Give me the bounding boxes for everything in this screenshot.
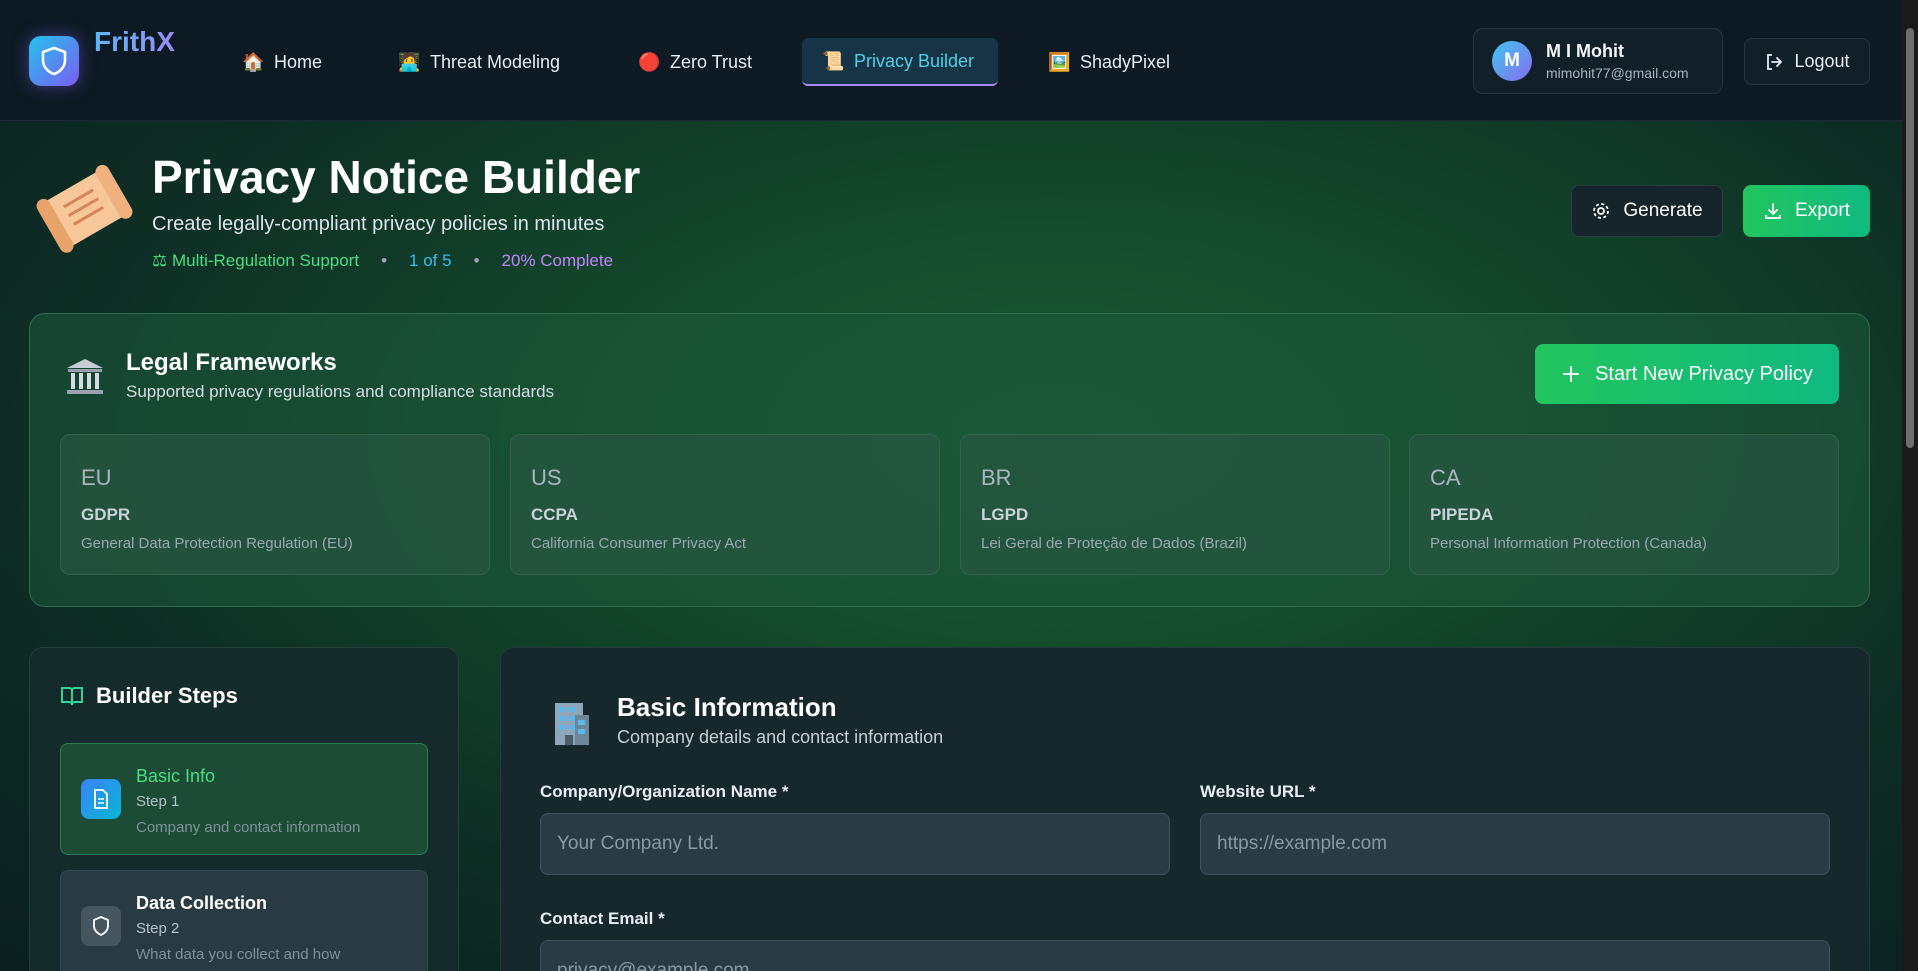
plus-icon <box>1563 366 1580 382</box>
framework-desc: General Data Protection Regulation (EU) <box>81 535 353 552</box>
website-url-label: Website URL * <box>1200 782 1316 801</box>
document-icon <box>81 779 121 819</box>
regulation-badge: ⚖ Multi-Regulation Support <box>152 251 360 270</box>
framework-code: BR <box>981 465 1012 490</box>
website-url-input[interactable] <box>1200 813 1830 875</box>
red-circle-icon: 🔴 <box>638 51 661 72</box>
start-new-policy-button[interactable]: Start New Privacy Policy <box>1535 344 1839 404</box>
nav-zero-trust-label: Zero Trust <box>670 51 753 72</box>
page-subtitle: Create legally-compliant privacy policie… <box>152 213 605 235</box>
step-data-collection[interactable]: Data Collection Step 2 What data you col… <box>60 870 428 971</box>
user-name: M I Mohit <box>1546 41 1624 61</box>
generate-label: Generate <box>1623 200 1703 221</box>
framework-code: US <box>531 465 562 490</box>
logout-label: Logout <box>1794 51 1850 71</box>
framework-desc: Lei Geral de Proteção de Dados (Brazil) <box>981 535 1247 552</box>
top-navbar: FrithX 🏠 Home 🧑‍💻 Threat Modeling 🔴 Zero… <box>0 0 1902 121</box>
user-email: mimohit77@gmail.com <box>1546 65 1689 81</box>
generate-button[interactable]: Generate <box>1571 185 1723 237</box>
step-name: Basic Info <box>136 766 216 786</box>
user-profile-card[interactable]: M M I Mohit mimohit77@gmail.com <box>1473 28 1723 94</box>
page-meta: ⚖ Multi-Regulation Support • 1 of 5 • 20… <box>152 251 613 271</box>
step-name: Data Collection <box>136 893 268 913</box>
nav-privacy-builder-label: Privacy Builder <box>854 50 975 71</box>
gear-icon <box>1593 203 1610 219</box>
framework-code: CA <box>1430 465 1461 490</box>
form-subtitle: Company details and contact information <box>617 727 944 747</box>
builder-steps-title: Builder Steps <box>96 683 238 708</box>
download-icon <box>1765 203 1781 219</box>
frameworks-subtitle: Supported privacy regulations and compli… <box>126 382 555 401</box>
framework-card-ccpa[interactable]: US CCPA California Consumer Privacy Act <box>510 434 940 575</box>
progress-step: 1 of 5 <box>409 251 452 270</box>
nav-threat-modeling[interactable]: 🧑‍💻 Threat Modeling <box>378 38 580 86</box>
export-label: Export <box>1795 200 1850 221</box>
framework-card-pipeda[interactable]: CA PIPEDA Personal Information Protectio… <box>1409 434 1839 575</box>
framework-card-gdpr[interactable]: EU GDPR General Data Protection Regulati… <box>60 434 490 575</box>
step-number: Step 1 <box>136 793 180 810</box>
shield-logo-icon[interactable] <box>29 36 79 86</box>
frameworks-title: Legal Frameworks <box>126 349 337 376</box>
framework-name: LGPD <box>981 505 1029 524</box>
framework-name: GDPR <box>81 505 131 524</box>
nav-shadypixel-label: ShadyPixel <box>1080 51 1171 72</box>
form-title: Basic Information <box>617 692 837 722</box>
framework-desc: Personal Information Protection (Canada) <box>1430 535 1707 552</box>
contact-email-label: Contact Email * <box>540 909 665 928</box>
nav-home[interactable]: 🏠 Home <box>222 38 342 86</box>
company-name-input[interactable] <box>540 813 1170 875</box>
house-icon: 🏠 <box>242 51 265 72</box>
contact-email-input[interactable] <box>540 940 1830 971</box>
nav-shadypixel[interactable]: 🖼️ ShadyPixel <box>1028 38 1190 86</box>
framework-name: PIPEDA <box>1430 505 1494 524</box>
meta-separator: • <box>381 251 388 270</box>
company-name-label: Company/Organization Name * <box>540 782 789 801</box>
step-number: Step 2 <box>136 920 180 937</box>
shield-icon <box>81 906 121 946</box>
open-book-icon <box>61 687 83 706</box>
scroll-icon: 📜 <box>822 50 845 71</box>
meta-separator: • <box>473 251 480 270</box>
framework-card-lgpd[interactable]: BR LGPD Lei Geral de Proteção de Dados (… <box>960 434 1390 575</box>
nav-threat-modeling-label: Threat Modeling <box>430 51 561 72</box>
builder-steps-heading: Builder Steps <box>60 683 238 709</box>
step-desc: What data you collect and how <box>136 946 341 963</box>
step-desc: Company and contact information <box>136 819 361 836</box>
logout-button[interactable]: Logout <box>1744 38 1870 85</box>
logout-icon <box>1767 53 1783 70</box>
progress-percent: 20% Complete <box>501 251 614 270</box>
page-scrollbar[interactable] <box>1902 0 1918 971</box>
nav-zero-trust[interactable]: 🔴 Zero Trust <box>618 38 772 86</box>
classical-building-icon <box>67 359 103 394</box>
regulation-label: Multi-Regulation Support <box>171 251 360 270</box>
picture-icon: 🖼️ <box>1048 51 1071 72</box>
technologist-icon: 🧑‍💻 <box>398 51 421 72</box>
framework-desc: California Consumer Privacy Act <box>531 535 747 552</box>
export-button[interactable]: Export <box>1743 185 1870 237</box>
app-name[interactable]: FrithX <box>94 26 175 58</box>
nav-privacy-builder[interactable]: 📜 Privacy Builder <box>802 38 998 86</box>
parchment-scroll-icon <box>36 164 133 253</box>
scrollbar-thumb[interactable] <box>1906 28 1914 448</box>
framework-name: CCPA <box>531 505 578 524</box>
nav-home-label: Home <box>274 51 323 72</box>
start-new-policy-label: Start New Privacy Policy <box>1595 362 1813 385</box>
framework-code: EU <box>81 465 112 490</box>
office-building-icon <box>555 703 589 745</box>
avatar: M <box>1492 41 1532 81</box>
page-title: Privacy Notice Builder <box>152 151 641 203</box>
step-basic-info[interactable]: Basic Info Step 1 Company and contact in… <box>60 743 428 855</box>
